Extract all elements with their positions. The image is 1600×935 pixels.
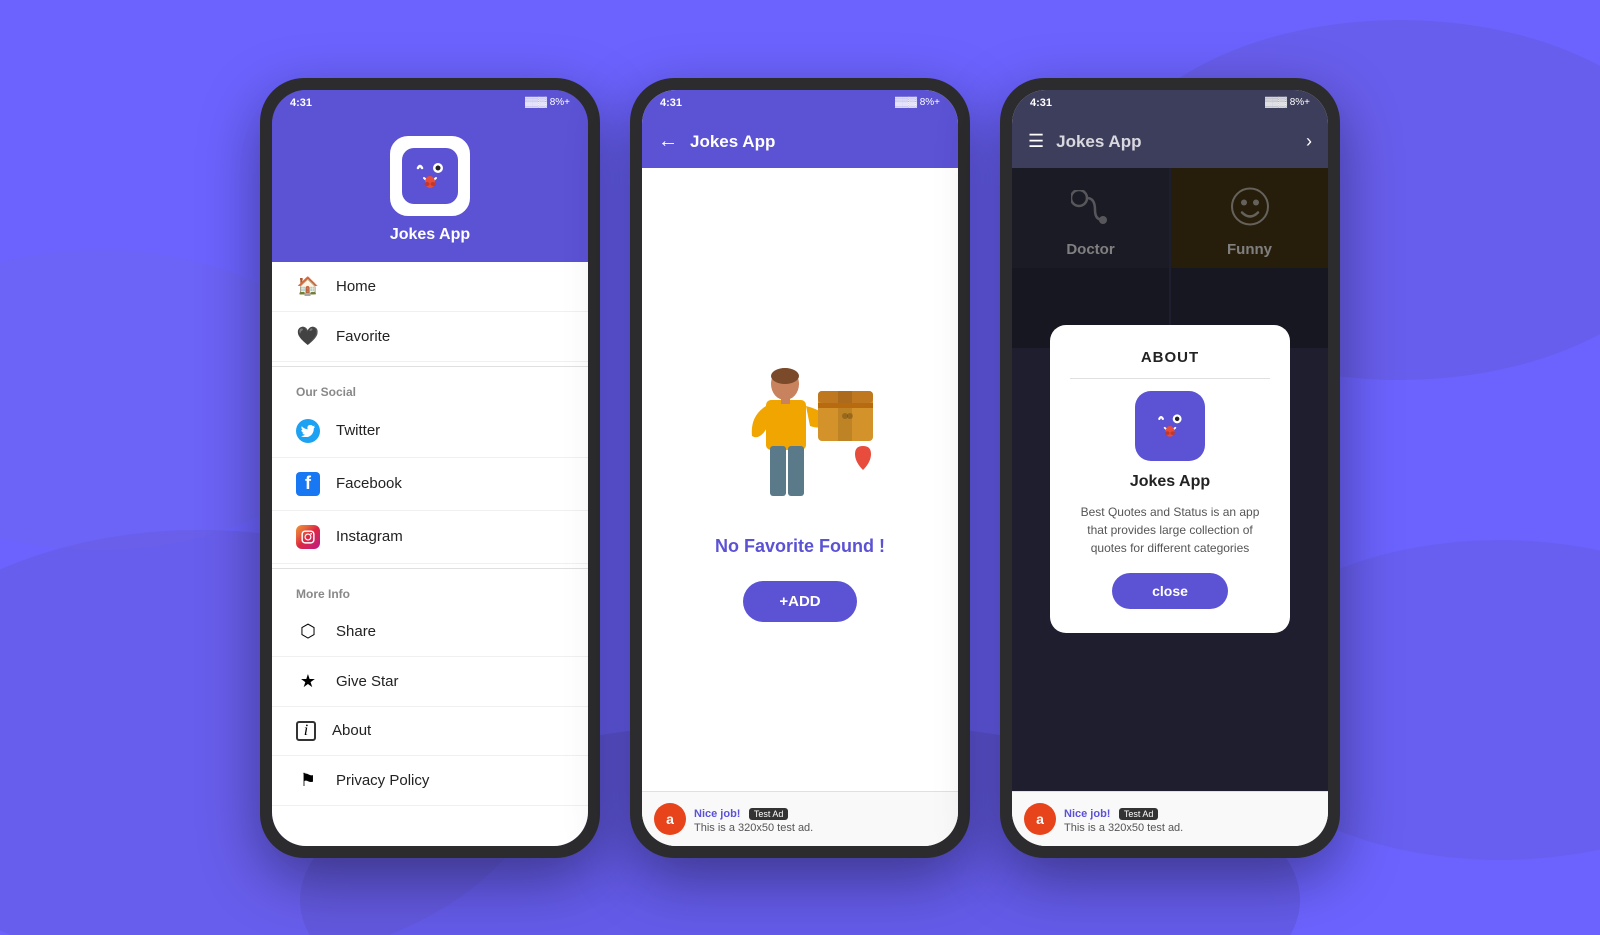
twitter-label: Twitter: [336, 422, 380, 439]
phones-container: 4:31 ▓▓▓ 8%+: [260, 78, 1340, 858]
home-icon: 🏠: [296, 276, 320, 297]
drawer-item-home[interactable]: 🏠 Home: [272, 262, 588, 312]
share-icon: ⬡: [296, 621, 320, 642]
time-1: 4:31: [290, 97, 312, 109]
phone-2: 4:31 ▓▓▓ 8%+ ← Jokes App: [630, 78, 970, 858]
drawer-item-share[interactable]: ⬡ Share: [272, 607, 588, 657]
about-app-icon: [1135, 391, 1205, 461]
drawer-item-favorite[interactable]: 🖤 Favorite: [272, 312, 588, 362]
give-star-label: Give Star: [336, 673, 399, 690]
heart-icon: 🖤: [296, 326, 320, 347]
back-button[interactable]: ←: [658, 130, 678, 153]
time-3: 4:31: [1030, 97, 1052, 109]
ad-logo-3: a: [1024, 803, 1056, 835]
time-2: 4:31: [660, 97, 682, 109]
ad-text-2: This is a 320x50 test ad.: [694, 822, 946, 834]
divider-2: [272, 568, 588, 569]
info-icon: i: [296, 721, 316, 741]
drawer-item-twitter[interactable]: Twitter: [272, 405, 588, 458]
about-logo-svg: [1145, 401, 1195, 451]
phone3-content: Doctor Funny: [1012, 168, 1328, 791]
home-label: Home: [336, 278, 376, 295]
favorite-label: Favorite: [336, 328, 390, 345]
about-divider: [1070, 378, 1270, 379]
twitter-icon: [296, 419, 320, 443]
status-bar-3: 4:31 ▓▓▓ 8%+: [1012, 90, 1328, 116]
privacy-label: Privacy Policy: [336, 772, 429, 789]
phone-3: 4:31 ▓▓▓ 8%+ ☰ Jokes App ‹: [1000, 78, 1340, 858]
share-button-3[interactable]: ‹: [1306, 131, 1312, 152]
facebook-icon: f: [296, 472, 320, 496]
star-icon: ★: [296, 671, 320, 692]
ad-bar-3: a Nice job! Test Ad This is a 320x50 tes…: [1012, 791, 1328, 846]
status-icons-2: ▓▓▓ 8%+: [895, 97, 940, 108]
add-button[interactable]: +ADD: [743, 581, 856, 622]
signal-icon-2: ▓▓▓ 8%+: [895, 97, 940, 108]
drawer-app-icon: [390, 136, 470, 216]
ad-bar-2: a Nice job! Test Ad This is a 320x50 tes…: [642, 791, 958, 846]
phone-2-screen: 4:31 ▓▓▓ 8%+ ← Jokes App: [642, 90, 958, 846]
instagram-label: Instagram: [336, 528, 403, 545]
more-info-section-label: More Info: [272, 573, 588, 607]
ad-nice-2: Nice job! Test Ad: [694, 804, 946, 822]
about-label: About: [332, 722, 371, 739]
ad-content-2: Nice job! Test Ad This is a 320x50 test …: [694, 804, 946, 834]
delivery-svg: [710, 336, 890, 516]
ad-badge-3: Test Ad: [1119, 808, 1159, 820]
drawer-item-about[interactable]: i About: [272, 707, 588, 756]
divider-1: [272, 366, 588, 367]
status-bar-2: 4:31 ▓▓▓ 8%+: [642, 90, 958, 116]
ad-badge-2: Test Ad: [749, 808, 789, 820]
close-dialog-button[interactable]: close: [1112, 573, 1228, 609]
status-icons-1: ▓▓▓ 8%+: [525, 97, 570, 108]
hamburger-menu-button[interactable]: ☰: [1028, 131, 1044, 152]
about-app-name: Jokes App: [1130, 473, 1210, 491]
phone-1: 4:31 ▓▓▓ 8%+: [260, 78, 600, 858]
signal-icon-1: ▓▓▓ 8%+: [525, 97, 570, 108]
social-section-label: Our Social: [272, 371, 588, 405]
drawer-item-facebook[interactable]: f Facebook: [272, 458, 588, 511]
drawer-item-instagram[interactable]: Instagram: [272, 511, 588, 564]
phone2-content: No Favorite Found ! +ADD: [642, 168, 958, 791]
phone2-header: ← Jokes App: [642, 116, 958, 168]
drawer-header: Jokes App: [272, 116, 588, 262]
about-dialog-overlay: ABOUT: [1012, 168, 1328, 791]
about-dialog: ABOUT: [1050, 325, 1290, 633]
about-description: Best Quotes and Status is an app that pr…: [1070, 503, 1270, 557]
ad-nice-3: Nice job! Test Ad: [1064, 804, 1316, 822]
signal-icon-3: ▓▓▓ 8%+: [1265, 97, 1310, 108]
phone-3-screen: 4:31 ▓▓▓ 8%+ ☰ Jokes App ‹: [1012, 90, 1328, 846]
empty-state-illustration: [710, 336, 890, 516]
ad-text-3: This is a 320x50 test ad.: [1064, 822, 1316, 834]
status-icons-3: ▓▓▓ 8%+: [1265, 97, 1310, 108]
ad-logo-2: a: [654, 803, 686, 835]
drawer-app-title: Jokes App: [390, 226, 470, 244]
facebook-label: Facebook: [336, 475, 402, 492]
about-dialog-title: ABOUT: [1141, 349, 1199, 366]
instagram-icon: [296, 525, 320, 549]
status-bar-1: 4:31 ▓▓▓ 8%+: [272, 90, 588, 116]
drawer-item-privacy[interactable]: ⚑ Privacy Policy: [272, 756, 588, 806]
empty-state-message: No Favorite Found !: [715, 536, 885, 557]
phone3-header: ☰ Jokes App ‹: [1012, 116, 1328, 168]
flag-icon: ⚑: [296, 770, 320, 791]
app-logo-svg: [402, 148, 458, 204]
screen-title-2: Jokes App: [690, 132, 775, 152]
phone-1-screen: 4:31 ▓▓▓ 8%+: [272, 90, 588, 846]
drawer-item-give-star[interactable]: ★ Give Star: [272, 657, 588, 707]
share-label: Share: [336, 623, 376, 640]
ad-content-3: Nice job! Test Ad This is a 320x50 test …: [1064, 804, 1316, 834]
screen-title-3: Jokes App: [1056, 132, 1294, 152]
drawer-body: 🏠 Home 🖤 Favorite Our Social Twitter f: [272, 262, 588, 846]
